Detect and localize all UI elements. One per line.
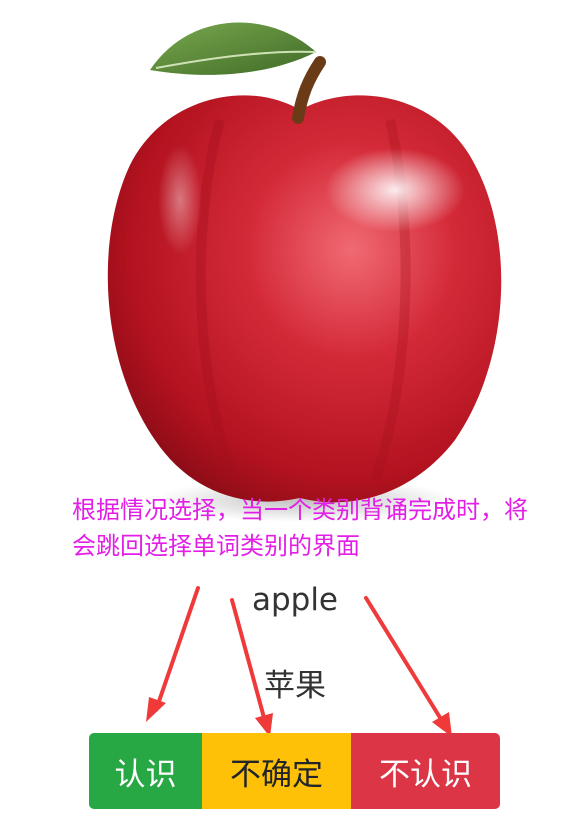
know-button[interactable]: 认识 xyxy=(89,733,202,809)
apple-image xyxy=(107,22,502,522)
unsure-button[interactable]: 不确定 xyxy=(202,733,351,809)
unknown-button[interactable]: 不认识 xyxy=(351,733,500,809)
meaning-text: 苹果 xyxy=(264,668,326,704)
annotation-note: 根据情况选择，当一个类别背诵完成时，将会跳回选择单词类别的界面 xyxy=(72,496,528,560)
answer-button-group: 认识 不确定 不认识 xyxy=(89,733,500,809)
word-text: apple xyxy=(251,582,339,618)
